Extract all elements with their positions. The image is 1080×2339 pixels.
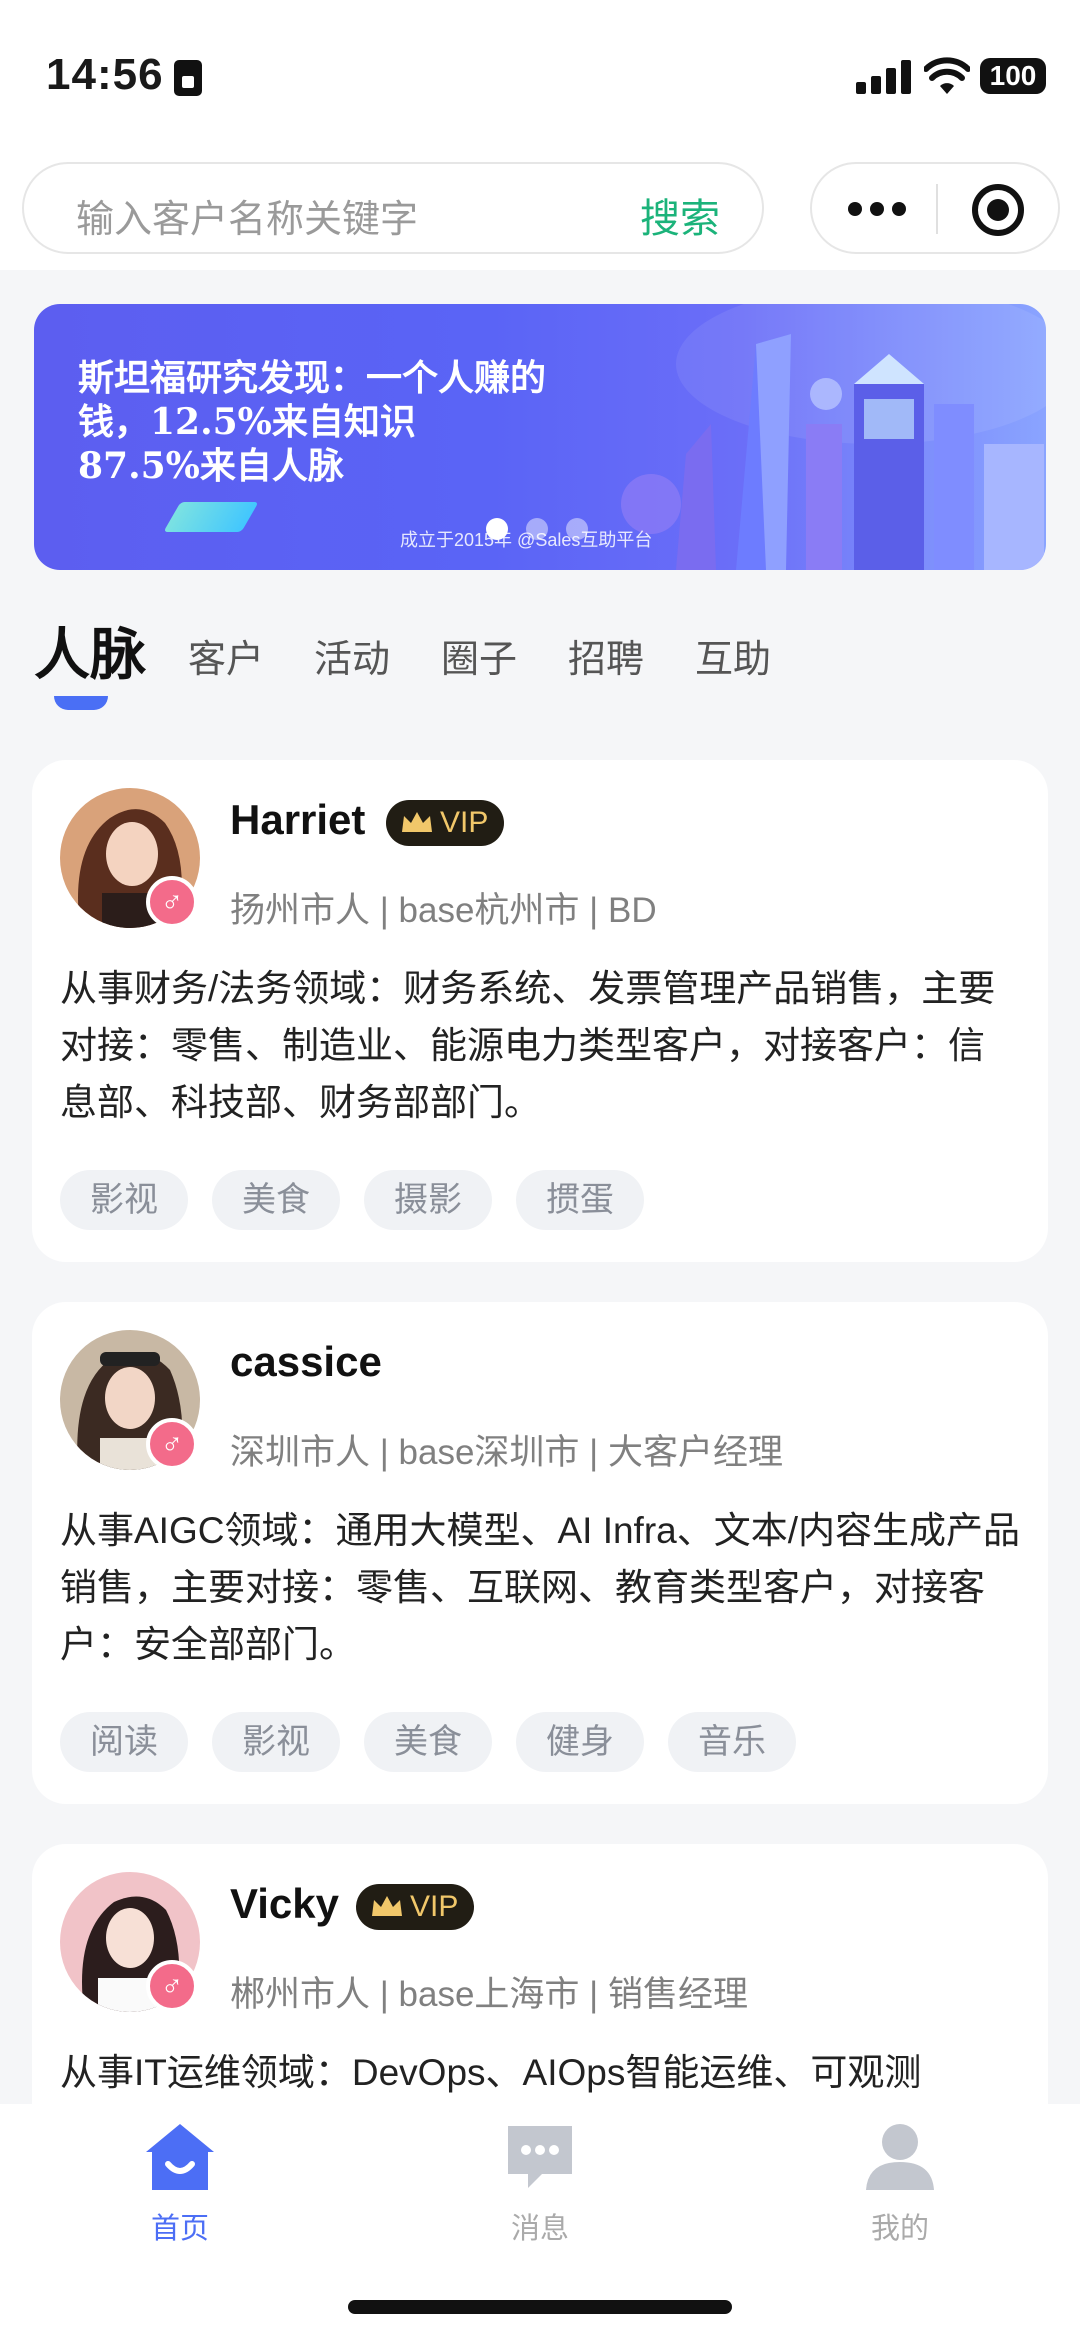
capsule-divider: [936, 184, 938, 234]
banner-decoration: [163, 502, 259, 532]
battery-indicator: 100: [980, 58, 1046, 94]
tab-jobs[interactable]: 招聘: [568, 628, 644, 683]
search-placeholder: 输入客户名称关键字: [76, 199, 419, 241]
contact-card[interactable]: ♂ cassice 深圳市人 | base深圳市 | 大客户经理 从事AIGC领…: [32, 1302, 1048, 1804]
active-tab-indicator: [54, 696, 108, 710]
profile-icon: [866, 2124, 934, 2190]
sim-card-icon: [174, 60, 202, 96]
tab-events[interactable]: 活动: [314, 628, 390, 683]
interest-tags: 影视 美食 摄影 掼蛋: [60, 1170, 644, 1230]
contact-card[interactable]: ♂ Harriet VIP 扬州市人 | base杭州市 | BD 从事财务/法…: [32, 760, 1048, 1262]
contact-description: 从事AIGC领域：通用大模型、AI Infra、文本/内容生成产品销售，主要对接…: [60, 1510, 1021, 1665]
home-icon: [146, 2124, 214, 2190]
vip-label: VIP: [440, 806, 489, 839]
message-icon: [508, 2126, 572, 2188]
interest-tags: 阅读 影视 美食 健身 音乐: [60, 1712, 796, 1772]
search-input[interactable]: 输入客户名称关键字 搜索: [22, 162, 764, 254]
tab-circles[interactable]: 圈子: [441, 628, 517, 683]
vip-badge: VIP: [386, 800, 505, 846]
nav-profile-label: 我的: [870, 2213, 929, 2245]
promo-banner[interactable]: 斯坦福研究发现：一个人赚的 钱，12.5%来自知识 87.5%来自人脉 成立于2…: [34, 304, 1046, 570]
search-button[interactable]: 搜索: [640, 186, 720, 244]
home-indicator[interactable]: [348, 2300, 732, 2314]
vip-label: VIP: [410, 1890, 459, 1923]
contact-name[interactable]: Vicky: [230, 1880, 339, 1928]
contact-meta: 郴州市人 | base上海市 | 销售经理: [230, 1975, 748, 2014]
status-time: 14:56: [46, 50, 164, 99]
gender-badge: ♂: [146, 1418, 198, 1470]
vip-badge: VIP: [356, 1884, 475, 1930]
carousel-dot[interactable]: [526, 518, 548, 540]
top-bar: 输入客户名称关键字 搜索: [0, 150, 1080, 270]
interest-tag[interactable]: 美食: [364, 1712, 492, 1772]
nav-messages-label: 消息: [510, 2213, 569, 2245]
close-miniprogram-icon[interactable]: [972, 184, 1024, 236]
wifi-icon: [924, 57, 970, 94]
interest-tag[interactable]: 掼蛋: [516, 1170, 644, 1230]
cellular-signal-icon: [856, 58, 912, 94]
contact-description: 从事财务/法务领域：财务系统、发票管理产品销售，主要对接：零售、制造业、能源电力…: [60, 968, 996, 1123]
nav-home-label: 首页: [150, 2213, 209, 2245]
tab-contacts[interactable]: 人脉: [34, 610, 146, 691]
contact-meta: 扬州市人 | base杭州市 | BD: [230, 891, 657, 930]
city-skyline-illustration: [621, 304, 1046, 570]
interest-tag[interactable]: 影视: [212, 1712, 340, 1772]
gender-badge: ♂: [146, 876, 198, 928]
nav-home[interactable]: 首页: [110, 2120, 250, 2247]
gender-badge: ♂: [146, 1960, 198, 2012]
interest-tag[interactable]: 美食: [212, 1170, 340, 1230]
nav-messages[interactable]: 消息: [470, 2120, 610, 2247]
interest-tag[interactable]: 音乐: [668, 1712, 796, 1772]
tab-mutual-help[interactable]: 互助: [695, 628, 771, 683]
crown-icon: [372, 1896, 402, 1916]
carousel-dot[interactable]: [566, 518, 588, 540]
crown-icon: [402, 812, 432, 832]
contact-name[interactable]: Harriet: [230, 796, 365, 844]
interest-tag[interactable]: 摄影: [364, 1170, 492, 1230]
interest-tag[interactable]: 阅读: [60, 1712, 188, 1772]
interest-tag[interactable]: 健身: [516, 1712, 644, 1772]
interest-tag[interactable]: 影视: [60, 1170, 188, 1230]
miniprogram-capsule: [810, 162, 1060, 254]
banner-headline: 斯坦福研究发现：一个人赚的 钱，12.5%来自知识 87.5%来自人脉: [78, 357, 547, 487]
category-tabs: 人脉 客户 活动 圈子 招聘 互助: [34, 610, 1046, 710]
contact-name[interactable]: cassice: [230, 1338, 382, 1386]
carousel-dot[interactable]: [486, 518, 508, 540]
contact-meta: 深圳市人 | base深圳市 | 大客户经理: [230, 1433, 783, 1472]
contact-description: 从事IT运维领域：DevOps、AIOps智能运维、可观测: [60, 2052, 922, 2093]
status-bar: 14:56 100: [0, 0, 1080, 150]
app-screen: 14:56 100 输入客户名称关键字 搜索 斯坦福研究发现：一个人赚的 钱，1…: [0, 0, 1080, 2339]
tab-customers[interactable]: 客户: [188, 628, 264, 683]
more-options-icon[interactable]: [848, 194, 908, 224]
nav-profile[interactable]: 我的: [830, 2120, 970, 2247]
